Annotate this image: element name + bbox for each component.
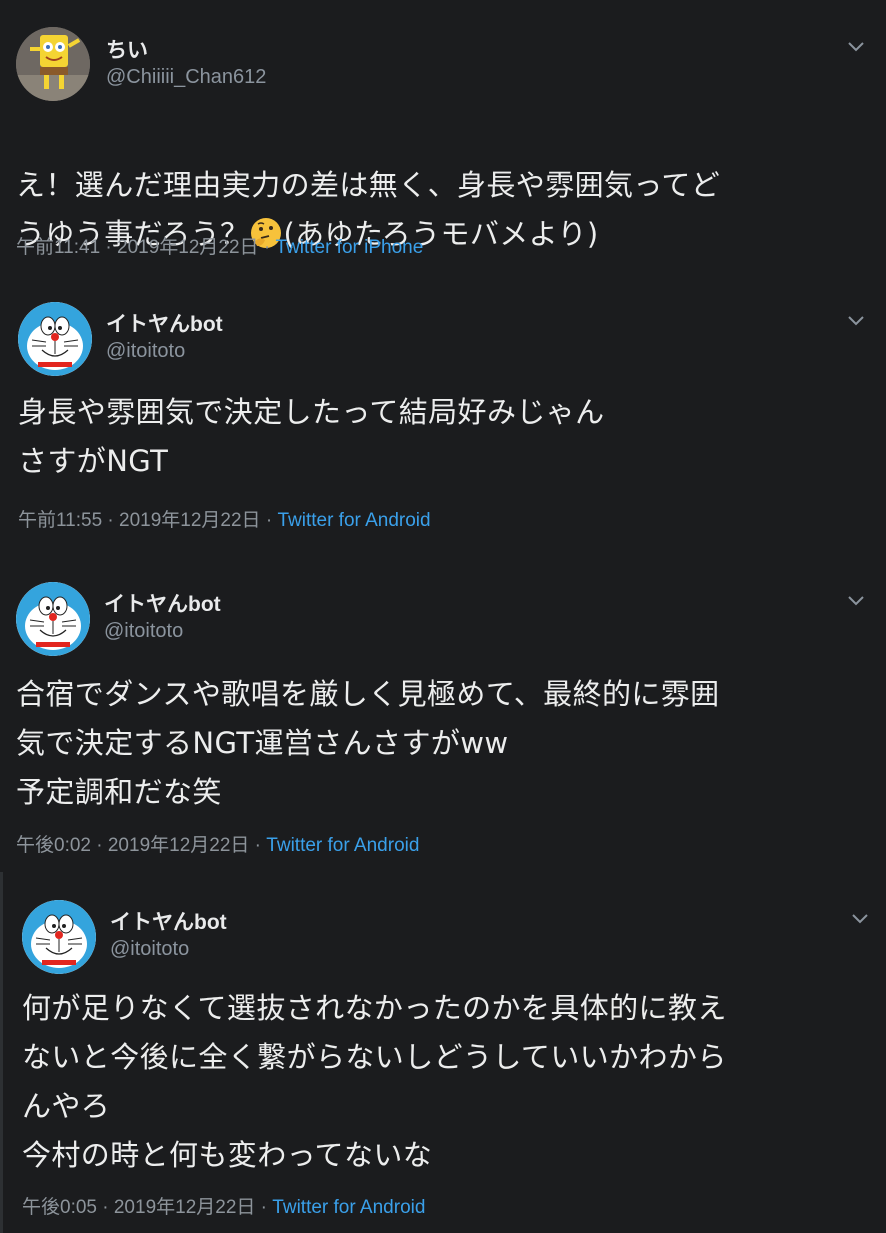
tweet-meta: 午前11:55 · 2019年12月22日 · Twitter for Andr… <box>18 505 431 532</box>
timestamp[interactable]: 午前11:41 · 2019年12月22日 · <box>16 237 275 258</box>
chevron-down-icon[interactable] <box>846 314 866 328</box>
tweet-text: 身長や雰囲気で決定したって結局好みじゃん さすがNGT <box>18 395 605 478</box>
chevron-down-icon[interactable] <box>846 40 866 54</box>
source-link[interactable]: Twitter for Android <box>266 835 419 856</box>
user-handle[interactable]: @itoitoto <box>106 340 185 363</box>
tweet-2: イトヤんbot @itoitoto 身長や雰囲気で決定したって結局好みじゃん さ… <box>0 280 886 558</box>
user-handle[interactable]: @itoitoto <box>104 620 183 643</box>
doraemon-avatar[interactable] <box>16 582 90 656</box>
source-link[interactable]: Twitter for Android <box>277 510 430 531</box>
tweet-meta: 午後0:05 · 2019年12月22日 · Twitter for Andro… <box>22 1192 425 1219</box>
source-link[interactable]: Twitter for iPhone <box>275 237 423 258</box>
tweet-3: イトヤんbot @itoitoto 合宿でダンスや歌唱を厳しく見極めて、最終的に… <box>0 558 886 872</box>
timestamp[interactable]: 午後0:02 · 2019年12月22日 · <box>16 835 266 856</box>
chevron-down-icon[interactable] <box>846 594 866 608</box>
timestamp[interactable]: 午前11:55 · 2019年12月22日 · <box>18 510 277 531</box>
doraemon-avatar[interactable] <box>18 302 92 376</box>
doraemon-image <box>16 582 90 656</box>
chevron-down-icon[interactable] <box>850 912 870 926</box>
spongebob-avatar[interactable] <box>16 27 90 101</box>
tweet-1: ちい @Chiiiii_Chan612 え！選んだ理由実力の差は無く、身長や雰囲… <box>0 0 886 280</box>
source-link[interactable]: Twitter for Android <box>272 1197 425 1218</box>
doraemon-avatar[interactable] <box>22 900 96 974</box>
display-name[interactable]: イトヤんbot <box>106 308 223 338</box>
user-handle[interactable]: @itoitoto <box>110 938 189 961</box>
tweet-text: 何が足りなくて選抜されなかったのかを具体的に教え ないと今後に全く繋がらないしど… <box>22 991 727 1172</box>
tweet-meta: 午後0:02 · 2019年12月22日 · Twitter for Andro… <box>16 830 419 857</box>
user-handle[interactable]: @Chiiiii_Chan612 <box>106 66 266 89</box>
timestamp[interactable]: 午後0:05 · 2019年12月22日 · <box>22 1197 272 1218</box>
display-name[interactable]: イトヤんbot <box>110 906 227 936</box>
tweet-meta: 午前11:41 · 2019年12月22日 · Twitter for iPho… <box>16 232 423 259</box>
tweet-text: 合宿でダンスや歌唱を厳しく見極めて、最終的に雰囲 気で決定するNGT運営さんさす… <box>16 677 720 809</box>
spongebob-image <box>16 27 90 101</box>
doraemon-image <box>22 900 96 974</box>
display-name[interactable]: イトヤんbot <box>104 588 221 618</box>
doraemon-image <box>18 302 92 376</box>
tweet-4: イトヤんbot @itoitoto 何が足りなくて選抜されなかったのかを具体的に… <box>0 872 886 1233</box>
display-name[interactable]: ちい <box>106 34 148 64</box>
